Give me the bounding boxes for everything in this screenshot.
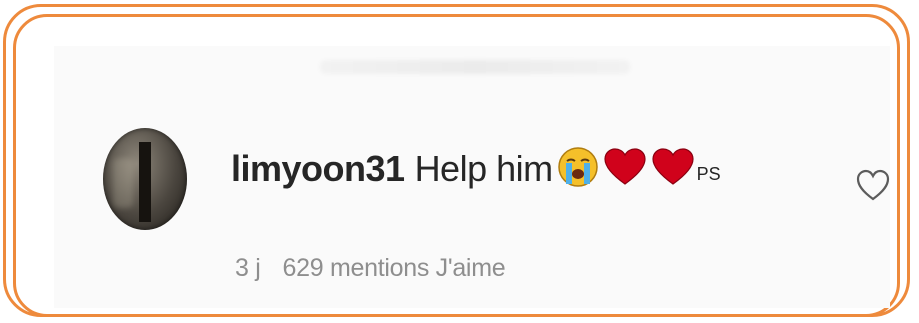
comment-age: 3 j — [235, 254, 261, 282]
red-heart-emoji — [651, 147, 695, 192]
avatar[interactable] — [103, 128, 187, 230]
red-heart-emoji — [603, 147, 647, 192]
faded-previous-content — [320, 60, 630, 74]
comment-meta: 3 j 629 mentions J'aime — [235, 254, 506, 283]
crying-face-emoji — [557, 146, 599, 193]
comment-text: Help him — [414, 148, 554, 189]
avatar-silhouette — [139, 142, 151, 222]
heart-outline-icon[interactable] — [855, 168, 891, 202]
comment-username[interactable]: limyoon31 — [231, 148, 405, 190]
comment-suffix: PS — [696, 163, 721, 184]
likes-count[interactable]: 629 mentions J'aime — [283, 254, 506, 283]
avatar-highlight — [113, 158, 133, 208]
comment-line: limyoon31 Help him PS — [231, 144, 721, 194]
